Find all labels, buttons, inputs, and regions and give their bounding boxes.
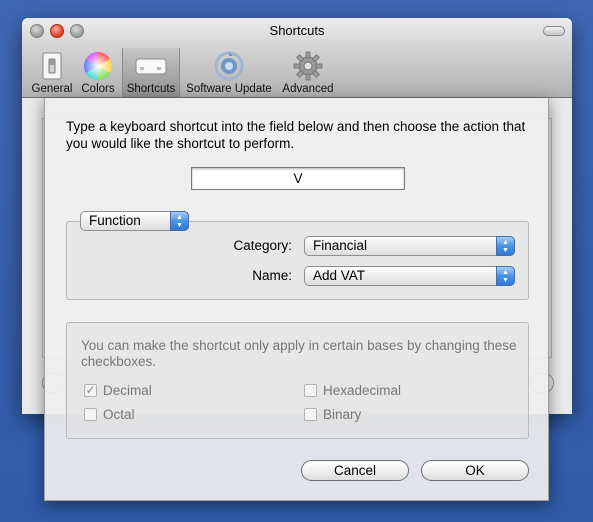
software-update-icon [214, 51, 244, 81]
toolbar-toggle-button[interactable] [543, 26, 565, 36]
hexadecimal-checkbox[interactable]: Hexadecimal [304, 383, 401, 399]
light-switch-icon [42, 52, 62, 80]
action-group: Category: Financial ▲ ▼ Name: Add VAT ▲ ▼ [66, 221, 529, 300]
hexadecimal-label: Hexadecimal [323, 383, 402, 398]
toolbar-item-colors[interactable]: Colors [76, 48, 120, 97]
toolbar-label-shortcuts: Shortcuts [126, 83, 176, 95]
bases-note: You can make the shortcut only apply in … [81, 338, 517, 369]
toolbar-label-software-update: Software Update [186, 83, 272, 95]
title-bar[interactable]: Shortcuts General Colors Shortcuts Softw… [22, 18, 572, 98]
action-type-popup[interactable]: Function ▲ ▼ [80, 211, 189, 231]
binary-checkbox[interactable]: Binary [304, 407, 361, 423]
cancel-button[interactable]: Cancel [301, 460, 409, 481]
decimal-checkbox[interactable]: ✓ Decimal [84, 383, 152, 399]
popup-arrows-icon: ▲ ▼ [170, 211, 189, 231]
toolbar-item-software-update[interactable]: Software Update [182, 48, 276, 97]
gear-icon [293, 51, 323, 81]
shortcut-input[interactable]: V [191, 167, 405, 190]
popup-arrows-icon: ▲ ▼ [496, 266, 515, 286]
toolbar-item-advanced[interactable]: Advanced [278, 48, 338, 97]
popup-arrows-icon: ▲ ▼ [496, 236, 515, 256]
window-title: Shortcuts [269, 23, 325, 38]
keyboard-icon [135, 58, 167, 75]
add-shortcut-sheet: Type a keyboard shortcut into the field … [44, 98, 549, 501]
binary-label: Binary [323, 407, 362, 422]
toolbar-label-general: General [31, 83, 73, 95]
checkmark-icon: ✓ [84, 383, 97, 397]
name-label: Name: [252, 268, 292, 283]
category-label: Category: [233, 238, 292, 253]
color-wheel-icon [84, 52, 112, 80]
name-popup[interactable]: Add VAT ▲ ▼ [304, 266, 515, 286]
toolbar-item-general[interactable]: General [30, 48, 74, 97]
decimal-label: Decimal [103, 383, 152, 398]
category-value: Financial [313, 238, 368, 253]
octal-checkbox[interactable]: Octal [84, 407, 135, 423]
toolbar-label-colors: Colors [81, 83, 115, 95]
action-type-value: Function [89, 213, 141, 228]
octal-label: Octal [103, 407, 135, 422]
ok-button[interactable]: OK [421, 460, 529, 481]
category-popup[interactable]: Financial ▲ ▼ [304, 236, 515, 256]
toolbar-item-shortcuts[interactable]: Shortcuts [122, 48, 180, 97]
toolbar-label-advanced: Advanced [282, 83, 334, 95]
name-value: Add VAT [313, 268, 366, 283]
instructions-text: Type a keyboard shortcut into the field … [66, 119, 526, 151]
